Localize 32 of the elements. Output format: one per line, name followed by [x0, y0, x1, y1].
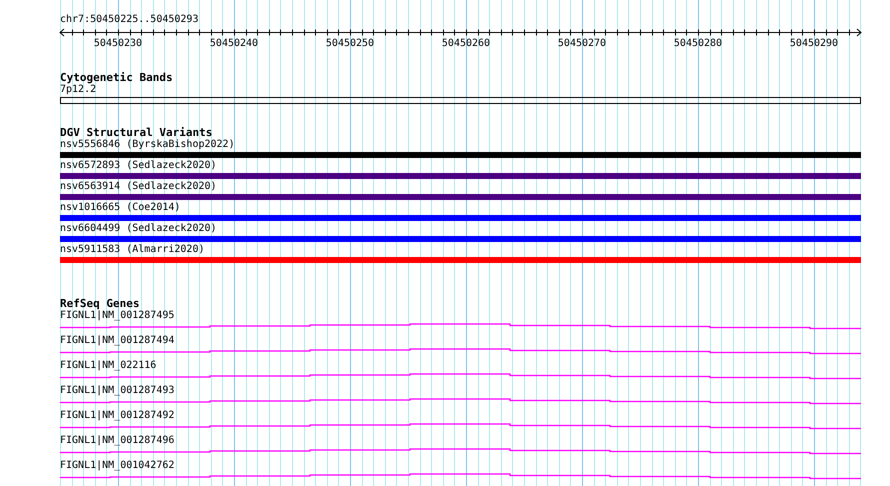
- gene-label: FIGNL1|NM_001042762: [60, 460, 174, 472]
- variant-label: nsv1016665 (Coe2014): [60, 202, 180, 214]
- variant-label: nsv5556846 (ByrskaBishop2022): [60, 139, 235, 151]
- gene-label: FIGNL1|NM_022116: [60, 360, 156, 372]
- ruler-tick-label: 50450280: [674, 38, 722, 50]
- ruler-tick-label: 50450230: [94, 38, 142, 50]
- track-title: RefSeq Genes: [60, 298, 140, 310]
- ruler-tick-label: 50450270: [558, 38, 606, 50]
- gene-label: FIGNL1|NM_001287494: [60, 335, 174, 347]
- track-title: Cytogenetic Bands: [60, 72, 173, 84]
- gene-label: FIGNL1|NM_001287496: [60, 435, 174, 447]
- variant-label: nsv5911583 (Almarri2020): [60, 244, 204, 256]
- gene-line[interactable]: [60, 373, 861, 380]
- gene-line[interactable]: [60, 473, 861, 480]
- variant-label: nsv6604499 (Sedlazeck2020): [60, 223, 217, 235]
- ruler-location: chr7:50450225..50450293: [60, 14, 198, 26]
- band-label: 7p12.2: [60, 84, 96, 96]
- ruler-tick-label: 50450260: [442, 38, 490, 50]
- track-title: DGV Structural Variants: [60, 127, 212, 139]
- gene-line[interactable]: [60, 323, 861, 330]
- ruler-tick-label: 50450240: [210, 38, 258, 50]
- gene-label: FIGNL1|NM_001287495: [60, 310, 174, 322]
- gene-label: FIGNL1|NM_001287492: [60, 410, 174, 422]
- ruler-tick-label: 50450250: [326, 38, 374, 50]
- gene-line[interactable]: [60, 398, 861, 404]
- ruler-tick-label: 50450290: [790, 38, 838, 50]
- gene-line[interactable]: [60, 423, 861, 430]
- gene-line[interactable]: [60, 348, 861, 354]
- variant-label: nsv6572893 (Sedlazeck2020): [60, 160, 217, 172]
- gene-label: FIGNL1|NM_001287493: [60, 385, 174, 397]
- variant-label: nsv6563914 (Sedlazeck2020): [60, 181, 217, 193]
- gene-line[interactable]: [60, 448, 861, 454]
